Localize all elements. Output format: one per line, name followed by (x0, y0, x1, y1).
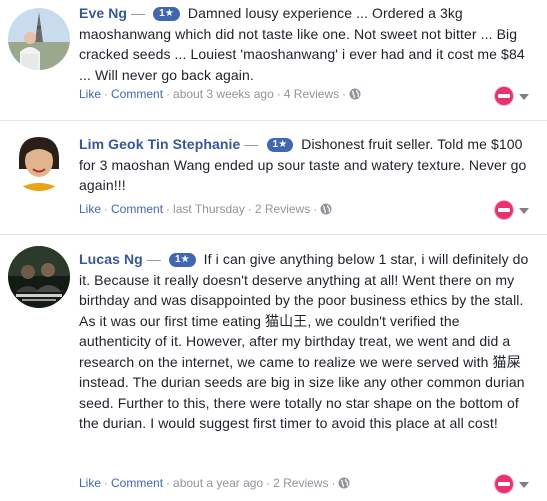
reaction-button[interactable] (495, 87, 531, 105)
dot-separator: · (166, 476, 171, 490)
dot-separator: · (266, 476, 271, 490)
dot-separator: · (104, 87, 109, 101)
review-body: Lim Geok Tin Stephanie — 1★ Dishonest fr… (79, 134, 535, 196)
dot-separator: · (342, 87, 347, 101)
comment-link[interactable]: Comment (111, 202, 163, 216)
comment-link[interactable]: Comment (111, 476, 163, 490)
review-timestamp[interactable]: about 3 weeks ago (173, 87, 274, 101)
reaction-icon (495, 475, 513, 493)
rating-badge: 1★ (168, 253, 196, 267)
rating-badge: 1★ (153, 7, 180, 21)
review-timestamp[interactable]: last Thursday (173, 202, 245, 216)
dot-separator: · (331, 476, 336, 490)
dot-separator: · (166, 87, 171, 101)
avatar[interactable] (8, 129, 70, 191)
avatar[interactable] (8, 8, 70, 70)
review-actions: Like · Comment · last Thursday · 2 Reviews · (79, 202, 332, 218)
globe-icon (349, 88, 361, 103)
review-timestamp[interactable]: about a year ago (173, 476, 263, 490)
avatar[interactable] (8, 246, 70, 308)
separator-dash: — (131, 5, 146, 21)
reviewer-name[interactable]: Lucas Ng (79, 251, 143, 267)
dot-separator: · (276, 87, 281, 101)
review-actions: Like · Comment · about a year ago · 2 Reviews · (79, 476, 350, 492)
review-item: Lim Geok Tin Stephanie — 1★ Dishonest fr… (0, 120, 547, 234)
like-link[interactable]: Like (79, 87, 101, 101)
review-count[interactable]: 2 Reviews (255, 202, 310, 216)
dot-separator: · (104, 202, 109, 216)
chevron-down-icon[interactable] (519, 208, 529, 214)
review-item: Lucas Ng — 1★ If i can give anything bel… (0, 234, 547, 501)
reaction-icon (495, 201, 513, 219)
dot-separator: · (313, 202, 318, 216)
like-link[interactable]: Like (79, 202, 101, 216)
reviewer-name[interactable]: Eve Ng (79, 5, 127, 21)
globe-icon (338, 477, 350, 492)
chevron-down-icon[interactable] (519, 482, 529, 488)
dot-separator: · (104, 476, 109, 490)
rating-badge: 1★ (266, 138, 294, 152)
review-item: Eve Ng — 1★ Damned lousy experience ... … (0, 0, 547, 120)
review-body: Eve Ng — 1★ Damned lousy experience ... … (79, 3, 535, 85)
dot-separator: · (166, 202, 171, 216)
review-body: Lucas Ng — 1★ If i can give anything bel… (79, 249, 535, 434)
separator-dash: — (244, 136, 259, 152)
reaction-button[interactable] (495, 201, 531, 219)
reaction-button[interactable] (495, 475, 531, 493)
globe-icon (320, 203, 332, 218)
reviewer-name[interactable]: Lim Geok Tin Stephanie (79, 136, 240, 152)
review-count[interactable]: 2 Reviews (273, 476, 328, 490)
comment-link[interactable]: Comment (111, 87, 163, 101)
review-text: If i can give anything below 1 star, i w… (79, 251, 529, 431)
review-text: Damned lousy experience ... Ordered a 3k… (79, 5, 525, 83)
separator-dash: — (146, 251, 161, 267)
review-count[interactable]: 4 Reviews (284, 87, 339, 101)
like-link[interactable]: Like (79, 476, 101, 490)
review-actions: Like · Comment · about 3 weeks ago · 4 Reviews… (79, 87, 361, 103)
dot-separator: · (247, 202, 252, 216)
chevron-down-icon[interactable] (519, 94, 529, 100)
reaction-icon (495, 87, 513, 105)
